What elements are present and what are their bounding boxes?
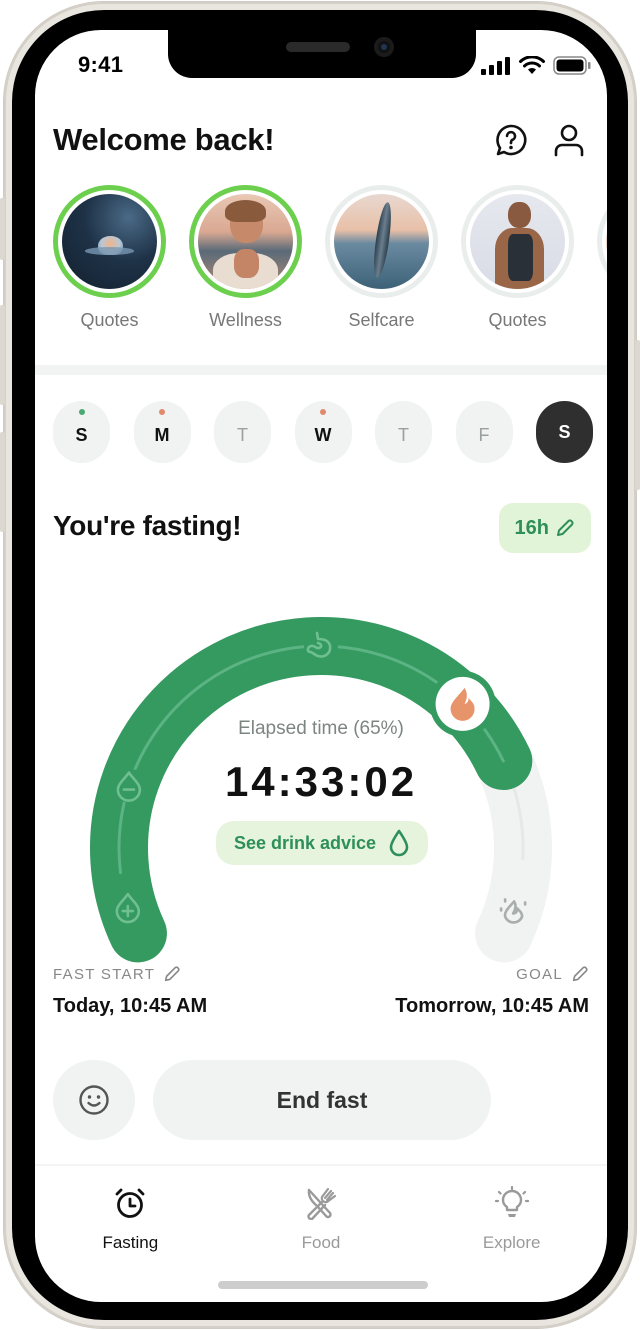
day-letter: T [237, 424, 248, 445]
earpiece-speaker [286, 42, 350, 52]
day-button[interactable]: F [455, 401, 513, 463]
fast-start-label: FAST START [53, 965, 156, 983]
fasting-progress-gauge: Elapsed time (65%) 14:33:02 See drink ad… [35, 570, 607, 970]
story-thumbnail [470, 194, 565, 289]
drink-advice-button[interactable]: See drink advice [216, 821, 428, 865]
story-ring [597, 185, 607, 298]
wifi-icon [519, 56, 545, 74]
pencil-icon [572, 966, 588, 982]
blood-sugar-rise-icon[interactable] [110, 890, 145, 925]
day-button[interactable]: T [375, 401, 432, 463]
story-ring [325, 185, 438, 298]
day-letter: T [398, 424, 409, 445]
fasting-status-title: You're fasting! [53, 510, 242, 541]
volume-down-button [0, 432, 5, 532]
status-icons [481, 56, 591, 75]
day-letter: M [154, 424, 170, 445]
day-status-dot [320, 409, 326, 415]
help-button[interactable] [491, 120, 531, 160]
week-day-selector: SMTWTFS [53, 401, 593, 463]
cellular-signal-icon [481, 56, 510, 75]
water-drop-icon [389, 829, 409, 857]
tabbar-divider [35, 1164, 607, 1166]
story-item[interactable]: Quotes [53, 185, 166, 335]
digestion-stomach-icon[interactable] [304, 629, 338, 663]
help-chat-icon [496, 124, 527, 156]
home-indicator[interactable] [218, 1281, 428, 1289]
story-ring [53, 185, 166, 298]
tab-explore[interactable]: Explore [416, 1180, 607, 1260]
elapsed-label: Elapsed time (65%) [238, 718, 404, 739]
day-letter: W [314, 424, 332, 445]
tab-food[interactable]: Food [226, 1180, 417, 1260]
goal-label: GOAL [516, 965, 563, 983]
profile-button[interactable] [549, 120, 589, 160]
story-item[interactable] [597, 185, 607, 335]
power-button [635, 340, 640, 490]
story-label: Selfcare [348, 310, 415, 330]
fork-knife-icon [304, 1186, 338, 1225]
story-thumbnail [606, 194, 607, 289]
tab-fasting[interactable]: Fasting [35, 1180, 226, 1260]
camera-notch [168, 28, 476, 78]
user-icon [554, 124, 584, 157]
story-item[interactable]: Selfcare [325, 185, 438, 335]
day-letter: S [75, 424, 88, 445]
story-item[interactable]: Quotes [461, 185, 574, 335]
edit-goal-button[interactable]: GOAL [395, 965, 589, 983]
front-camera [374, 37, 394, 57]
fast-goal: GOAL Tomorrow, 10:45 AM [395, 965, 589, 1018]
ketosis-flame-icon[interactable] [496, 893, 531, 928]
day-button[interactable]: W [294, 401, 352, 463]
tab-label: Fasting [102, 1233, 159, 1252]
story-label: Quotes [488, 310, 547, 330]
fasting-goal-button[interactable]: 16h [498, 503, 591, 553]
day-status-dot [78, 409, 85, 415]
app-screen: 9:41 Welcome back! Quotes Wellness Selfc… [35, 30, 607, 1302]
status-time: 9:41 [78, 52, 124, 77]
pencil-icon [165, 966, 180, 982]
day-button[interactable]: M [133, 401, 191, 463]
story-thumbnail [62, 194, 157, 289]
day-button[interactable]: T [214, 401, 271, 463]
story-thumbnail [334, 194, 429, 289]
page-title: Welcome back! [53, 122, 275, 157]
day-letter: F [478, 424, 490, 445]
story-ring [189, 185, 302, 298]
smiley-icon [79, 1085, 109, 1115]
bottom-tab-bar: Fasting Food Explore [35, 1180, 607, 1260]
stories-carousel[interactable]: Quotes Wellness Selfcare Quotes [53, 185, 607, 335]
elapsed-timer: 14:33:02 [224, 758, 418, 805]
story-label: Quotes [80, 310, 139, 330]
alarm-clock-icon [113, 1186, 147, 1225]
tab-label: Explore [482, 1233, 541, 1252]
story-thumbnail [198, 194, 293, 289]
pencil-icon [557, 519, 574, 536]
battery-icon [553, 56, 591, 75]
day-button[interactable]: S [53, 401, 110, 463]
tab-label: Food [301, 1233, 341, 1252]
goal-value: Tomorrow, 10:45 AM [395, 995, 589, 1017]
section-divider [35, 365, 607, 375]
story-ring [461, 185, 574, 298]
fasting-goal-label: 16h [514, 516, 549, 539]
end-fast-label: End fast [276, 1086, 368, 1113]
story-item[interactable]: Wellness [189, 185, 302, 335]
day-letter: S [558, 421, 571, 442]
end-fast-button[interactable]: End fast [153, 1060, 491, 1140]
day-button[interactable]: S [536, 401, 593, 463]
story-label: Wellness [209, 310, 282, 330]
mood-button[interactable] [53, 1060, 135, 1140]
day-status-dot [159, 409, 165, 415]
mute-switch [0, 198, 5, 260]
fast-times: FAST START Today, 10:45 AM GOAL Tomorrow… [53, 965, 589, 1018]
lightbulb-icon [494, 1185, 529, 1225]
volume-up-button [0, 305, 5, 405]
drink-advice-label: See drink advice [233, 832, 377, 853]
header: Welcome back! [53, 118, 589, 162]
